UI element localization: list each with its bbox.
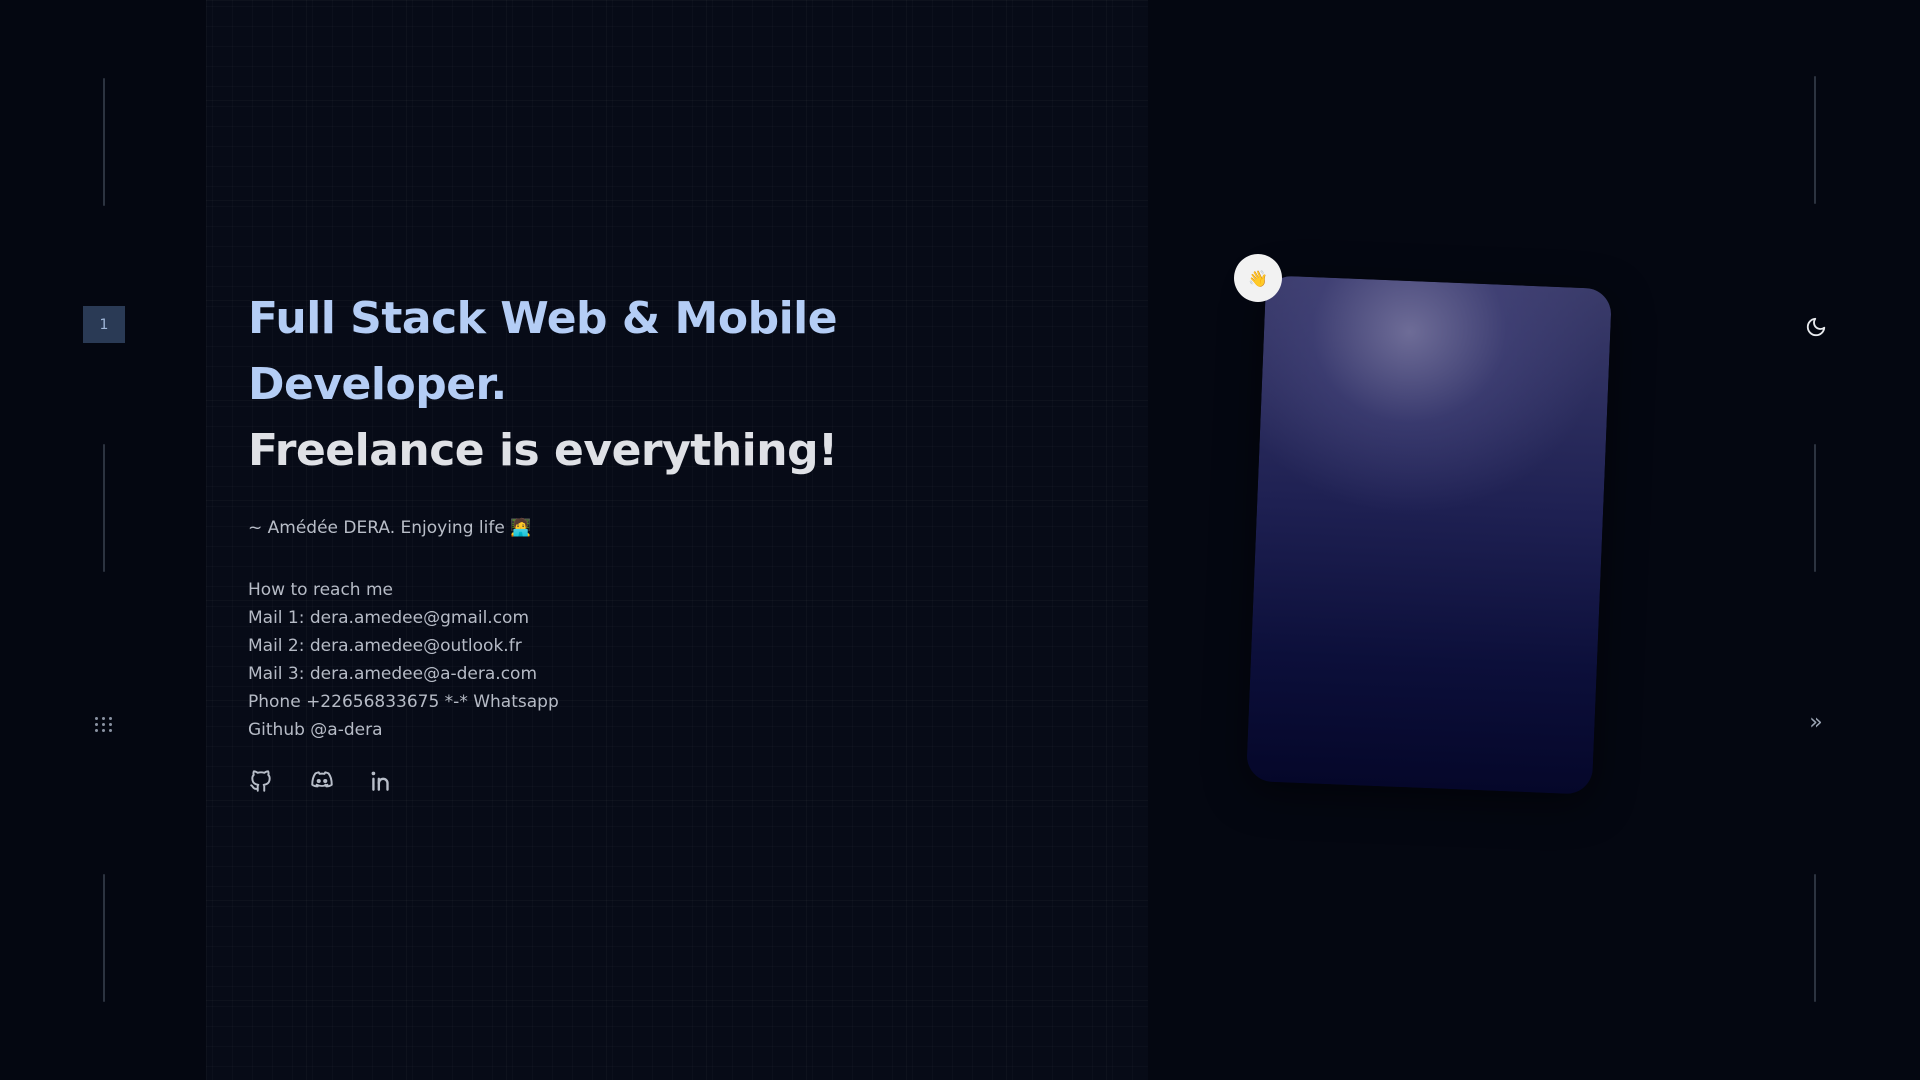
- next-page-arrow-icon[interactable]: »: [1803, 710, 1829, 736]
- contact-info: How to reach me Mail 1: dera.amedee@gmai…: [248, 576, 888, 744]
- headline-line-3: Freelance is everything!: [248, 425, 838, 476]
- headline-line-1: Full Stack Web & Mobile: [248, 293, 838, 344]
- left-rail-line-bottom: [103, 874, 105, 1002]
- linkedin-icon[interactable]: [368, 768, 394, 794]
- right-rail-line-middle: [1814, 444, 1816, 572]
- right-rail-line-bottom: [1814, 874, 1816, 1002]
- hero-headline: Full Stack Web & Mobile Developer. Freel…: [248, 286, 888, 484]
- contact-mail-1[interactable]: Mail 1: dera.amedee@gmail.com: [248, 604, 888, 632]
- contact-github[interactable]: Github @a-dera: [248, 716, 888, 744]
- grid-menu-icon[interactable]: [93, 713, 115, 735]
- discord-icon[interactable]: [308, 768, 334, 794]
- contact-phone[interactable]: Phone +22656833675 *-* Whatsapp: [248, 688, 888, 716]
- contact-mail-2[interactable]: Mail 2: dera.amedee@outlook.fr: [248, 632, 888, 660]
- github-icon[interactable]: [248, 768, 274, 794]
- left-rail-line-middle: [103, 444, 105, 572]
- portfolio-page: 1 » Full Stack Web & Mobile Developer. F…: [0, 0, 1920, 1080]
- hero-section: Full Stack Web & Mobile Developer. Freel…: [248, 286, 888, 794]
- waving-hand-icon[interactable]: 👋: [1234, 254, 1282, 302]
- moon-icon[interactable]: [1803, 314, 1829, 340]
- page-number-indicator[interactable]: 1: [83, 306, 125, 343]
- contact-heading: How to reach me: [248, 580, 393, 600]
- contact-mail-3[interactable]: Mail 3: dera.amedee@a-dera.com: [248, 660, 888, 688]
- profile-card: [1245, 275, 1613, 795]
- headline-line-2: Developer.: [248, 359, 507, 410]
- social-links: [248, 768, 888, 794]
- tagline: ~ Amédée DERA. Enjoying life 🧑‍💻: [248, 518, 532, 538]
- left-rail-line-top: [103, 78, 105, 206]
- right-rail-line-top: [1814, 76, 1816, 204]
